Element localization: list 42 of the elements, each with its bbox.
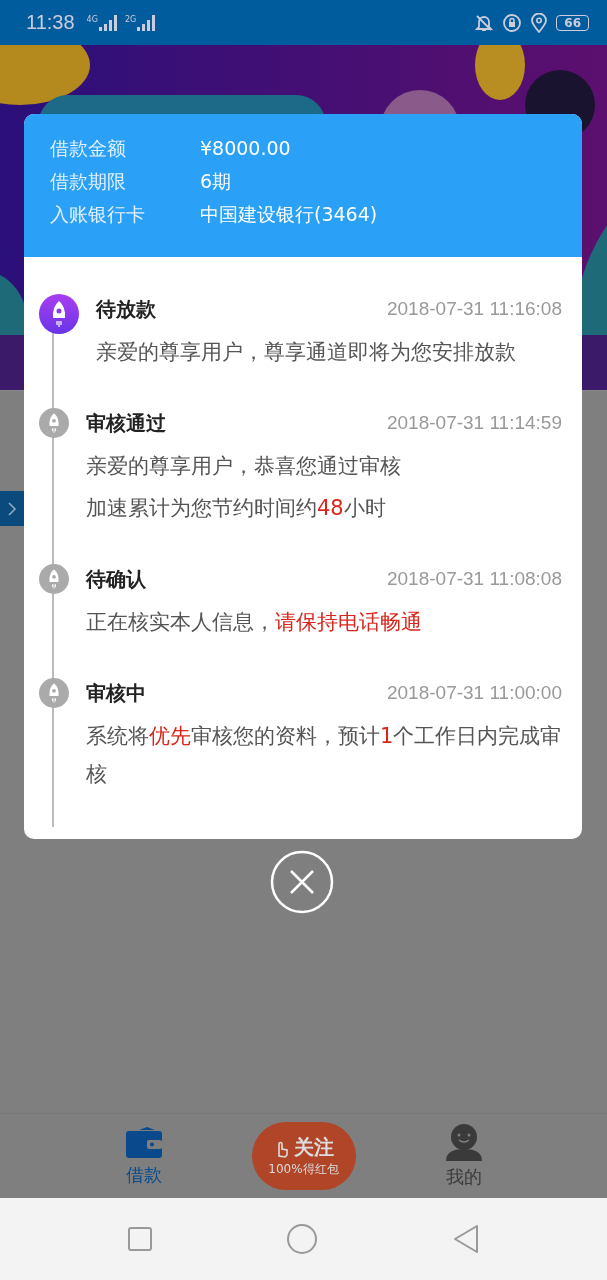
- status-title: 待确认: [86, 565, 146, 593]
- battery-level: 66: [556, 14, 589, 31]
- status-message: 正在核实本人信息，请保持电话畅通: [86, 609, 423, 636]
- clock: 11:38: [26, 11, 75, 34]
- summary-value: 6期: [200, 169, 232, 194]
- recent-apps-button[interactable]: [126, 1226, 153, 1252]
- status-title: 审核通过: [86, 409, 166, 437]
- close-button[interactable]: [270, 850, 334, 914]
- summary-label: 借款期限: [50, 169, 127, 194]
- status-time: 2018-07-31 11:14:59: [386, 412, 562, 434]
- signal-icon: [137, 14, 156, 31]
- lock-rotation-icon: [502, 12, 523, 33]
- status-title: 待放款: [96, 295, 156, 323]
- status-title: 审核中: [86, 679, 146, 707]
- chevron-right-icon: [7, 500, 17, 517]
- status-message: 加速累计为您节约时间约48小时: [86, 495, 387, 522]
- home-button[interactable]: [286, 1223, 319, 1255]
- bell-off-icon: [474, 12, 495, 33]
- signal-icon: [98, 14, 117, 31]
- close-icon: [270, 850, 334, 914]
- network-type: 2G: [124, 14, 137, 24]
- summary-label: 入账银行卡: [50, 202, 146, 227]
- back-button[interactable]: [452, 1224, 481, 1254]
- promo-title: 关注: [294, 1134, 334, 1161]
- promo-subtitle: 100%得红包: [268, 1161, 339, 1178]
- wallet-icon: [124, 1125, 163, 1159]
- nav-tab[interactable]: 借款: [124, 1125, 163, 1187]
- follow-promo-button[interactable]: 关注 100%得红包: [251, 1122, 356, 1190]
- network-type: 4G: [86, 14, 98, 24]
- summary-value: 中国建设银行(3464): [200, 202, 378, 227]
- status-time: 2018-07-31 11:08:08: [386, 568, 562, 590]
- nav-tab[interactable]: 我的: [444, 1123, 483, 1189]
- status-time: 2018-07-31 11:16:08: [386, 298, 562, 320]
- status-message: 亲爱的尊享用户，尊享通道即将为您安排放款: [96, 339, 517, 366]
- summary-value: ¥8000.00: [200, 136, 291, 161]
- status-message: 系统将优先审核您的资料，预计1个工作日内完成审核: [86, 723, 562, 788]
- side-tab[interactable]: [0, 491, 24, 526]
- location-icon: [530, 12, 549, 33]
- user-avatar-icon: [444, 1123, 483, 1161]
- summary-label: 借款金额: [50, 136, 127, 161]
- status-time: 2018-07-31 11:00:00: [386, 682, 562, 704]
- status-message: 亲爱的尊享用户，恭喜您通过审核: [86, 453, 402, 480]
